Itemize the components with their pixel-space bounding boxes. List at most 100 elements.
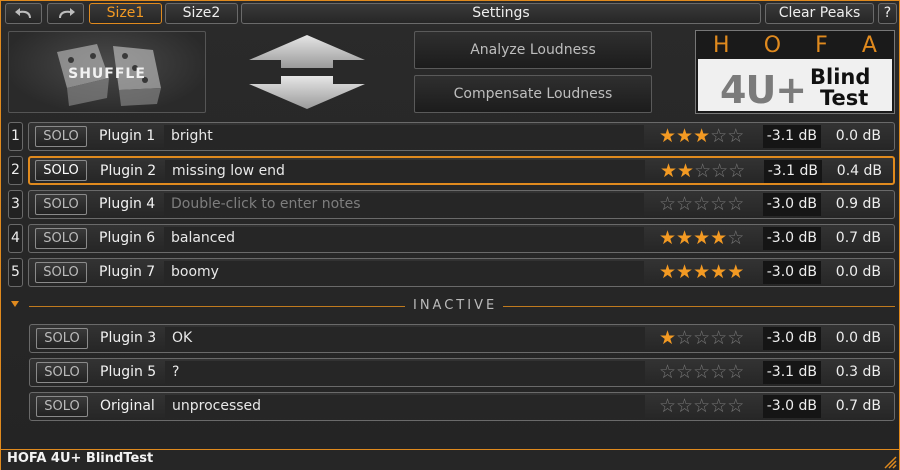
star-empty-icon[interactable]: ☆ xyxy=(693,327,710,349)
shuffle-button[interactable]: SHUFFLE xyxy=(8,31,206,113)
row-index: 1 xyxy=(8,122,23,151)
notes-field[interactable]: Double-click to enter notes xyxy=(164,193,644,216)
star-filled-icon[interactable]: ★ xyxy=(693,125,710,147)
star-filled-icon[interactable]: ★ xyxy=(710,227,727,249)
solo-button[interactable]: SOLO xyxy=(35,126,87,147)
compensate-loudness-button[interactable]: Compensate Loudness xyxy=(414,75,652,113)
solo-button[interactable]: SOLO xyxy=(35,194,87,215)
logo-product: 4U+ xyxy=(720,68,807,112)
star-rating[interactable]: ☆☆☆☆☆ xyxy=(659,194,744,215)
notes-field[interactable]: boomy xyxy=(164,261,644,284)
star-empty-icon[interactable]: ☆ xyxy=(727,327,744,349)
plugin-row[interactable]: SOLO Plugin 4 Double-click to enter notes ☆… xyxy=(28,190,895,219)
solo-button[interactable]: SOLO xyxy=(35,262,87,283)
solo-button[interactable]: SOLO xyxy=(36,362,88,383)
clear-peaks-button[interactable]: Clear Peaks xyxy=(765,3,874,24)
star-empty-icon[interactable]: ☆ xyxy=(727,361,744,383)
undo-icon xyxy=(14,8,31,18)
plugin-row[interactable]: SOLO Original unprocessed ☆☆☆☆☆ -3.0 dB 0.7 d… xyxy=(29,392,895,421)
plugin-row[interactable]: SOLO Plugin 1 bright ★★★☆☆ -3.1 dB 0.0 dB xyxy=(28,122,895,151)
star-filled-icon[interactable]: ★ xyxy=(710,261,727,283)
swap-arrows-icon[interactable] xyxy=(248,34,366,114)
star-rating[interactable]: ★★☆☆☆ xyxy=(660,161,745,182)
star-empty-icon[interactable]: ☆ xyxy=(693,361,710,383)
notes-field[interactable]: OK xyxy=(165,327,645,350)
star-empty-icon[interactable]: ☆ xyxy=(694,160,711,182)
star-filled-icon[interactable]: ★ xyxy=(659,261,676,283)
star-empty-icon[interactable]: ☆ xyxy=(710,395,727,417)
plugin-row[interactable]: SOLO Plugin 6 balanced ★★★★☆ -3.0 dB 0.7 dB xyxy=(28,224,895,253)
notes-field[interactable]: balanced xyxy=(164,227,644,250)
star-filled-icon[interactable]: ★ xyxy=(676,125,693,147)
peak-level: -3.0 dB xyxy=(763,193,821,216)
star-rating[interactable]: ☆☆☆☆☆ xyxy=(659,362,744,383)
undo-button[interactable] xyxy=(5,3,42,24)
plugin-row[interactable]: SOLO Plugin 5? ☆☆☆☆☆ -3.1 dB 0.3 dB xyxy=(29,358,895,387)
resize-grip-icon[interactable] xyxy=(881,453,897,469)
star-filled-icon[interactable]: ★ xyxy=(659,125,676,147)
notes-field[interactable]: unprocessed xyxy=(165,395,645,418)
star-empty-icon[interactable]: ☆ xyxy=(659,395,676,417)
star-empty-icon[interactable]: ☆ xyxy=(710,193,727,215)
star-rating[interactable]: ☆☆☆☆☆ xyxy=(659,396,744,417)
notes-field[interactable]: bright xyxy=(164,125,644,148)
star-filled-icon[interactable]: ★ xyxy=(676,261,693,283)
help-button[interactable]: ? xyxy=(878,3,897,24)
redo-button[interactable] xyxy=(47,3,84,24)
solo-button[interactable]: SOLO xyxy=(36,396,88,417)
peak-level: -3.1 dB xyxy=(763,125,821,148)
star-empty-icon[interactable]: ☆ xyxy=(676,395,693,417)
star-empty-icon[interactable]: ☆ xyxy=(728,160,745,182)
star-filled-icon[interactable]: ★ xyxy=(727,261,744,283)
star-rating[interactable]: ★★★☆☆ xyxy=(659,126,744,147)
star-filled-icon[interactable]: ★ xyxy=(659,227,676,249)
star-rating[interactable]: ★☆☆☆☆ xyxy=(659,328,744,349)
star-empty-icon[interactable]: ☆ xyxy=(727,227,744,249)
star-filled-icon[interactable]: ★ xyxy=(693,261,710,283)
notes-field[interactable]: ? xyxy=(165,361,645,384)
plugin-name: Plugin 6 xyxy=(99,230,156,246)
star-empty-icon[interactable]: ☆ xyxy=(710,125,727,147)
footer-title: HOFA 4U+ BlindTest xyxy=(7,451,154,466)
plugin-row[interactable]: SOLO Plugin 7 boomy ★★★★★ -3.0 dB 0.0 dB xyxy=(28,258,895,287)
star-empty-icon[interactable]: ☆ xyxy=(727,395,744,417)
star-empty-icon[interactable]: ☆ xyxy=(727,125,744,147)
star-empty-icon[interactable]: ☆ xyxy=(659,193,676,215)
analyze-loudness-button[interactable]: Analyze Loudness xyxy=(414,31,652,69)
star-empty-icon[interactable]: ☆ xyxy=(693,193,710,215)
blindtest-window: Size1 Size2 Settings Clear Peaks ? SHUFF… xyxy=(0,0,900,470)
size2-button[interactable]: Size2 xyxy=(165,3,238,24)
solo-button[interactable]: SOLO xyxy=(35,228,87,249)
loudness-compensation: 0.4 dB xyxy=(836,163,882,179)
star-rating[interactable]: ★★★★☆ xyxy=(659,228,744,249)
star-empty-icon[interactable]: ☆ xyxy=(659,361,676,383)
loudness-compensation: 0.3 dB xyxy=(835,364,881,380)
star-empty-icon[interactable]: ☆ xyxy=(710,327,727,349)
plugin-row[interactable]: SOLO Plugin 3 OK ★☆☆☆☆ -3.0 dB 0.0 dB xyxy=(29,324,895,353)
notes-field[interactable]: missing low end xyxy=(165,160,645,183)
star-empty-icon[interactable]: ☆ xyxy=(693,395,710,417)
star-filled-icon[interactable]: ★ xyxy=(660,160,677,182)
star-filled-icon[interactable]: ★ xyxy=(676,227,693,249)
star-filled-icon[interactable]: ★ xyxy=(693,227,710,249)
plugin-row[interactable]: SOLO Plugin 2 missing low end ★★☆☆☆ -3.1 dB 0… xyxy=(28,156,895,185)
star-rating[interactable]: ★★★★★ xyxy=(659,262,744,283)
star-filled-icon[interactable]: ★ xyxy=(677,160,694,182)
star-filled-icon[interactable]: ★ xyxy=(659,327,676,349)
star-empty-icon[interactable]: ☆ xyxy=(676,193,693,215)
size1-button[interactable]: Size1 xyxy=(89,3,162,24)
star-empty-icon[interactable]: ☆ xyxy=(676,361,693,383)
star-empty-icon[interactable]: ☆ xyxy=(727,193,744,215)
star-empty-icon[interactable]: ☆ xyxy=(676,327,693,349)
collapse-triangle-icon[interactable] xyxy=(11,301,19,307)
plugin-name: Plugin 2 xyxy=(100,163,157,179)
solo-button[interactable]: SOLO xyxy=(36,328,88,349)
star-empty-icon[interactable]: ☆ xyxy=(711,160,728,182)
row-index: 3 xyxy=(8,190,23,219)
footer: HOFA 4U+ BlindTest xyxy=(1,449,899,470)
peak-level: -3.0 dB xyxy=(763,395,821,418)
solo-button[interactable]: SOLO xyxy=(35,160,87,181)
logo-line1: Blind xyxy=(810,65,871,89)
star-empty-icon[interactable]: ☆ xyxy=(710,361,727,383)
settings-button[interactable]: Settings xyxy=(241,3,761,24)
